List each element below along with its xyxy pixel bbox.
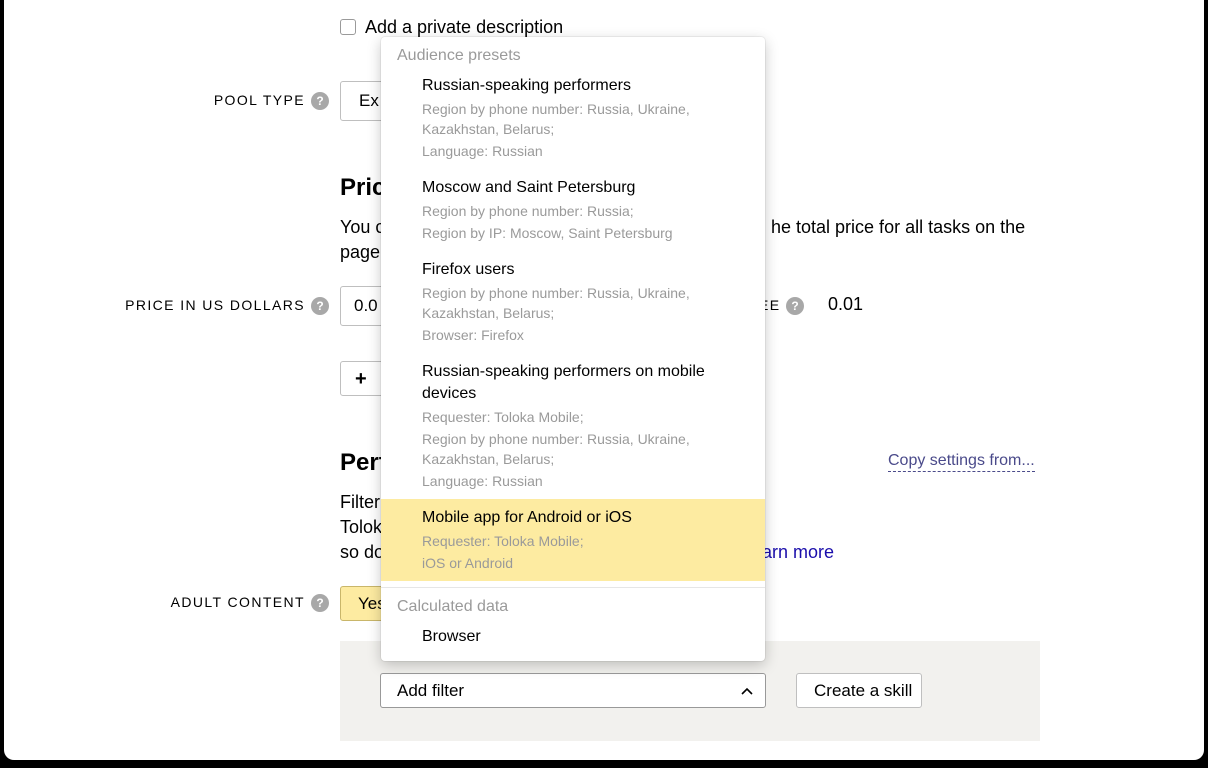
dropdown-item-detail: Region by phone number: Russia, Ukraine,… — [422, 285, 690, 321]
dropdown-item-detail: Region by phone number: Russia, Ukraine,… — [422, 431, 690, 467]
create-skill-label: Create a skill — [814, 681, 913, 700]
price-description-line2: page — [340, 242, 381, 262]
page: Add a private description POOL TYPE ? Ex… — [4, 0, 1204, 760]
fee-value: 0.01 — [828, 294, 864, 314]
dropdown-item-title: Russian-speaking performers on mobile de… — [422, 363, 705, 402]
dropdown-item-russian-speaking[interactable]: Russian-speaking performers Region by ph… — [381, 67, 765, 169]
copy-settings-link[interactable]: Copy settings from... — [888, 452, 1035, 472]
price-input-value: 0.0 — [354, 296, 378, 315]
dropdown-item-title: Moscow and Saint Petersburg — [422, 179, 636, 196]
chevron-up-icon — [741, 687, 753, 695]
dropdown-group-title: Calculated data — [397, 598, 509, 615]
dropdown-item-detail: Requester: Toloka Mobile; — [422, 409, 584, 425]
dropdown-item-moscow-spb[interactable]: Moscow and Saint Petersburg Region by ph… — [381, 169, 765, 251]
plus-icon: + — [355, 368, 367, 390]
dropdown-item-title: Mobile app for Android or iOS — [422, 509, 632, 526]
learn-more-link[interactable]: arn more — [762, 540, 834, 565]
performers-description-line1: Filter — [340, 492, 380, 512]
dropdown-item-detail: iOS or Android — [422, 555, 514, 571]
price-description-left: You c — [340, 217, 385, 237]
dropdown-item-mobile-app[interactable]: Mobile app for Android or iOS Requester:… — [381, 499, 765, 581]
add-filter-value: Add filter — [397, 681, 465, 700]
performers-description-line3: so do — [340, 542, 385, 562]
dropdown-group-title: Audience presets — [397, 47, 521, 64]
dropdown-item-firefox-users[interactable]: Firefox users Region by phone number: Ru… — [381, 251, 765, 353]
dropdown-item-detail: Browser: Firefox — [422, 327, 524, 343]
private-description-checkbox[interactable] — [340, 19, 356, 35]
fee-help-icon[interactable]: ? — [786, 297, 804, 315]
price-heading: Pric — [340, 174, 386, 201]
dropdown-item-mobile-devices[interactable]: Russian-speaking performers on mobile de… — [381, 353, 765, 499]
dropdown-item-title: Firefox users — [422, 261, 515, 278]
pool-type-label: POOL TYPE — [213, 92, 305, 108]
price-description-right: he total price for all tasks on the — [771, 217, 1026, 237]
dropdown-item-detail: Region by phone number: Russia; — [422, 203, 634, 219]
adult-content-help-icon[interactable]: ? — [311, 594, 329, 612]
dropdown-item-detail: Region by phone number: Russia, Ukraine,… — [422, 101, 690, 137]
add-filter-select[interactable]: Add filter — [380, 673, 766, 708]
dropdown-item-title: Russian-speaking performers — [422, 77, 631, 94]
dropdown-item-title: Browser — [422, 628, 481, 645]
dropdown-item-detail: Region by IP: Moscow, Saint Petersburg — [422, 225, 673, 241]
create-skill-button[interactable]: Create a skill — [796, 673, 922, 708]
private-description-label[interactable]: Add a private description — [365, 17, 563, 38]
dropdown-group-audience-presets: Audience presets Russian-speaking perfor… — [381, 37, 765, 581]
pool-type-value: Ex — [359, 91, 379, 110]
dropdown-group-calculated-data: Calculated data Browser — [381, 588, 765, 656]
dropdown-item-detail: Language: Russian — [422, 473, 543, 489]
price-label: PRICE IN US DOLLARS — [125, 297, 305, 313]
pool-type-help-icon[interactable]: ? — [311, 92, 329, 110]
performers-description-line2: Tolok — [340, 517, 383, 537]
price-help-icon[interactable]: ? — [311, 297, 329, 315]
filter-dropdown-menu: Audience presets Russian-speaking perfor… — [381, 37, 765, 661]
dropdown-item-detail: Language: Russian — [422, 143, 543, 159]
adult-content-label: ADULT CONTENT — [170, 594, 305, 610]
dropdown-item-detail: Requester: Toloka Mobile; — [422, 533, 584, 549]
dropdown-item-browser[interactable]: Browser — [381, 618, 765, 656]
performers-heading: Perf — [340, 449, 387, 476]
